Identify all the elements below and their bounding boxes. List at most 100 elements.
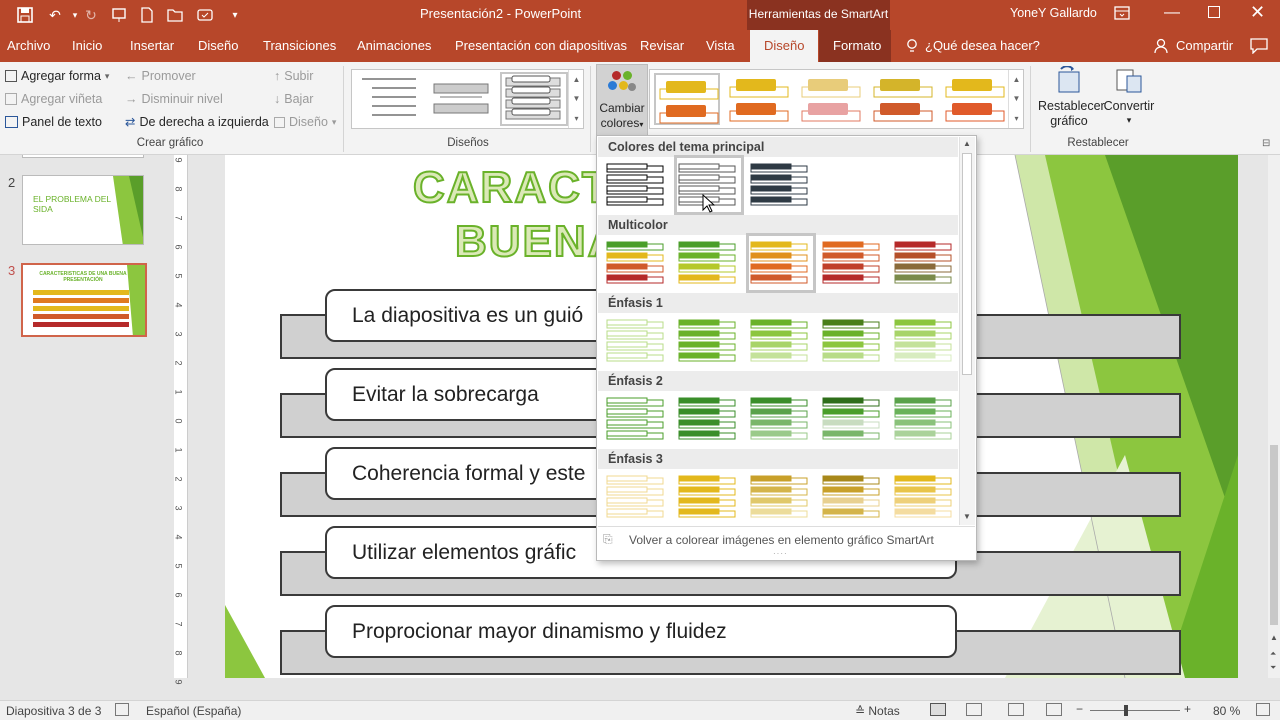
layout-button[interactable]: Diseño ▾: [274, 112, 336, 132]
color-option[interactable]: [746, 233, 816, 293]
change-colors-button[interactable]: Cambiar colores▾: [596, 64, 648, 136]
style-option[interactable]: [942, 73, 1008, 125]
tab-diseno[interactable]: Diseño: [198, 30, 238, 62]
promote-button[interactable]: ← Promover: [125, 66, 196, 86]
color-option[interactable]: [893, 392, 959, 448]
spell-check-icon[interactable]: [115, 703, 129, 716]
recolor-pictures-option[interactable]: Volver a colorear imágenes en elemento g…: [629, 533, 934, 547]
color-option[interactable]: [749, 314, 815, 370]
vertical-scrollbar[interactable]: ▲ ⏶ ⏷: [1268, 155, 1280, 678]
demote-button[interactable]: → Disminuir nivel: [125, 89, 223, 109]
reading-view-icon[interactable]: [1008, 703, 1024, 716]
tab-smartart-diseno[interactable]: Diseño: [750, 30, 819, 62]
tell-me-input[interactable]: ¿Qué desea hacer?: [925, 30, 1040, 62]
scrollbar-thumb[interactable]: [1270, 445, 1278, 625]
color-option[interactable]: [893, 470, 959, 526]
move-down-button[interactable]: ↓ Bajar: [274, 89, 313, 109]
next-slide-icon[interactable]: ⏷: [1270, 663, 1276, 673]
right-to-left-button[interactable]: ⇄ De derecha a izquierda: [125, 112, 269, 132]
touch-mode-icon[interactable]: [194, 4, 216, 26]
tab-transiciones[interactable]: Transiciones: [263, 30, 336, 62]
tab-revisar[interactable]: Revisar: [640, 30, 684, 62]
undo-icon[interactable]: ↶: [44, 4, 66, 26]
add-bullet-button[interactable]: Agregar viñeta: [5, 89, 102, 109]
zoom-slider[interactable]: [1090, 710, 1180, 711]
present-icon[interactable]: [108, 4, 130, 26]
convert-button[interactable]: Convertir ▾: [1102, 66, 1156, 136]
color-option[interactable]: [749, 470, 815, 526]
color-option[interactable]: [677, 392, 743, 448]
slide-sorter-icon[interactable]: [966, 703, 982, 716]
color-option[interactable]: [605, 158, 671, 214]
maximize-icon[interactable]: [1208, 6, 1220, 18]
tab-archivo[interactable]: Archivo: [7, 30, 50, 62]
color-option[interactable]: [821, 392, 887, 448]
style-option[interactable]: [654, 73, 720, 125]
layout-option[interactable]: [430, 75, 492, 123]
comments-icon[interactable]: [1250, 38, 1268, 55]
slide-thumbnail-3-selected[interactable]: CARACTERISTICAS DE UNA BUENA PRESENTACIÓ…: [21, 263, 147, 337]
style-option[interactable]: [870, 73, 936, 125]
dropdown-scroll-thumb[interactable]: [962, 153, 972, 375]
language-indicator[interactable]: Español (España): [146, 704, 241, 718]
color-option[interactable]: [605, 314, 671, 370]
tab-animaciones[interactable]: Animaciones: [357, 30, 431, 62]
style-option[interactable]: [726, 73, 792, 125]
color-option[interactable]: [821, 470, 887, 526]
slideshow-view-icon[interactable]: [1046, 703, 1062, 716]
zoom-in-icon[interactable]: +: [1184, 702, 1191, 716]
color-option[interactable]: [605, 392, 671, 448]
zoom-slider-thumb[interactable]: [1124, 705, 1128, 716]
layout-option[interactable]: [358, 75, 420, 123]
zoom-out-icon[interactable]: −: [1076, 702, 1083, 716]
tab-insertar[interactable]: Insertar: [130, 30, 174, 62]
redo-icon[interactable]: ↻: [80, 4, 102, 26]
tab-formato[interactable]: Formato: [819, 30, 891, 62]
new-file-icon[interactable]: [136, 4, 158, 26]
move-up-button[interactable]: ↑ Subir: [274, 66, 313, 86]
style-option[interactable]: [798, 73, 864, 125]
layout-option-selected[interactable]: [500, 72, 568, 126]
smartart-item[interactable]: Proprocionar mayor dinamismo y fluidez: [325, 605, 957, 658]
normal-view-icon[interactable]: [930, 703, 946, 716]
color-option[interactable]: [677, 314, 743, 370]
color-option[interactable]: [893, 314, 959, 370]
share-button[interactable]: Compartir: [1176, 30, 1233, 62]
color-option[interactable]: [821, 314, 887, 370]
color-option[interactable]: [821, 236, 887, 292]
minimize-icon[interactable]: —: [1164, 4, 1180, 22]
collapse-ribbon-icon[interactable]: ⊟: [1262, 138, 1270, 149]
color-option[interactable]: [749, 158, 815, 214]
tab-vista[interactable]: Vista: [706, 30, 735, 62]
color-option[interactable]: [749, 392, 815, 448]
ribbon-display-icon[interactable]: [1114, 5, 1130, 21]
color-option[interactable]: [605, 470, 671, 526]
fit-slide-icon[interactable]: [1256, 703, 1270, 716]
color-option[interactable]: [893, 236, 959, 292]
resize-grip[interactable]: ····: [773, 549, 788, 558]
color-option[interactable]: [677, 470, 743, 526]
notes-button[interactable]: ≙ Notas: [855, 704, 900, 718]
text-pane-button[interactable]: Panel de texto: [5, 112, 102, 132]
open-folder-icon[interactable]: [164, 4, 186, 26]
reset-graphic-button[interactable]: Restablecer gráfico: [1038, 65, 1105, 136]
gallery-scroll[interactable]: ▲ ▼ ▾: [568, 70, 584, 128]
tab-presentacion[interactable]: Presentación con diapositivas: [455, 30, 627, 62]
color-option[interactable]: [605, 236, 671, 292]
dropdown-scrollbar[interactable]: ▲ ▼: [959, 137, 975, 525]
prev-slide-icon[interactable]: ⏶: [1270, 649, 1276, 659]
user-name[interactable]: YoneY Gallardo: [1010, 6, 1097, 20]
customize-toolbar-icon[interactable]: ▾: [224, 4, 246, 26]
scroll-down-icon[interactable]: ▼: [963, 512, 971, 521]
close-icon[interactable]: ✕: [1250, 2, 1265, 23]
slide-thumbnail-partial[interactable]: [22, 155, 144, 158]
save-icon[interactable]: [14, 4, 36, 26]
zoom-level[interactable]: 80 %: [1213, 704, 1240, 718]
add-shape-button[interactable]: Agregar forma ▾: [5, 66, 109, 86]
scroll-up-icon[interactable]: ▲: [963, 139, 971, 148]
scroll-up-icon[interactable]: ▲: [1270, 633, 1278, 642]
color-option[interactable]: [677, 236, 743, 292]
tab-inicio[interactable]: Inicio: [72, 30, 102, 62]
styles-gallery-scroll[interactable]: ▲ ▼ ▾: [1008, 70, 1024, 128]
slide-thumbnail-2[interactable]: EL PROBLEMA DEL SIDA: [22, 175, 144, 245]
